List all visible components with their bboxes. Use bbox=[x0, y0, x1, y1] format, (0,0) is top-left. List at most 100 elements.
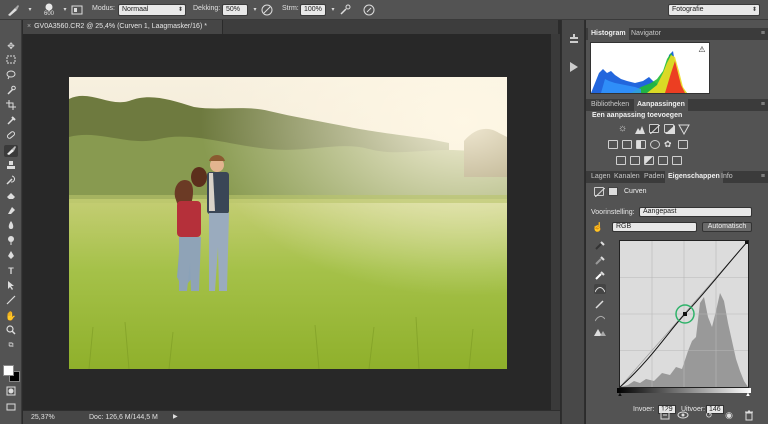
auto-button[interactable]: Automatisch bbox=[702, 222, 752, 232]
clip-to-layer-icon[interactable] bbox=[659, 409, 671, 421]
brush-panel-toggle-icon[interactable] bbox=[70, 3, 84, 17]
tab-navigator[interactable]: Navigator bbox=[628, 28, 664, 40]
vertical-scrollbar[interactable] bbox=[551, 34, 560, 410]
brightness-adjustment-icon[interactable]: ☼ bbox=[618, 123, 630, 135]
move-icon[interactable]: ✥ bbox=[4, 40, 18, 52]
tool-preset-chevron-icon[interactable]: ▾ bbox=[23, 3, 37, 17]
status-menu-arrow-icon[interactable]: ▶ bbox=[173, 411, 178, 424]
workspace-select[interactable]: Fotografie ⬍ bbox=[668, 4, 760, 16]
draw-curve-pencil-icon[interactable] bbox=[594, 299, 606, 309]
invert-adjustment-icon[interactable] bbox=[616, 156, 626, 165]
curves-graph[interactable] bbox=[619, 240, 749, 388]
opacity-field[interactable]: 50% bbox=[222, 4, 248, 16]
exposure-adjustment-icon[interactable] bbox=[664, 124, 675, 134]
color-lookup-adjustment-icon[interactable] bbox=[678, 140, 688, 149]
tab-histogram[interactable]: Histogram bbox=[588, 28, 629, 40]
pressure-opacity-icon[interactable] bbox=[260, 3, 274, 17]
edit-points-curve-icon[interactable] bbox=[594, 284, 606, 294]
clipping-warning-icon[interactable] bbox=[594, 327, 606, 337]
posterize-adjustment-icon[interactable] bbox=[630, 156, 640, 165]
default-colors-icon[interactable]: ⧉ bbox=[4, 340, 18, 352]
quick-mask-icon[interactable] bbox=[4, 386, 18, 398]
type-icon[interactable]: T bbox=[4, 265, 18, 277]
threshold-adjustment-icon[interactable] bbox=[644, 156, 654, 165]
levels-adjustment-icon[interactable] bbox=[634, 123, 646, 135]
histogram-display bbox=[590, 42, 710, 94]
black-point-eyedropper-icon[interactable] bbox=[594, 240, 606, 250]
brush-tool-icon[interactable] bbox=[6, 3, 20, 17]
actions-play-icon[interactable] bbox=[567, 60, 581, 74]
airbrush-icon[interactable] bbox=[338, 3, 352, 17]
mode-select[interactable]: Normaal ⬍ bbox=[118, 4, 186, 16]
smooth-curve-icon[interactable] bbox=[594, 313, 606, 323]
brush-icon[interactable] bbox=[4, 145, 18, 157]
hue-saturation-adjustment-icon[interactable] bbox=[608, 140, 618, 149]
photo-filter-adjustment-icon[interactable] bbox=[650, 140, 660, 149]
preset-select[interactable]: Aangepast bbox=[639, 207, 752, 217]
layer-mask-icon[interactable] bbox=[608, 187, 618, 196]
document-image[interactable] bbox=[69, 77, 507, 369]
document-tab[interactable]: × GV0A3560.CR2 @ 25,4% (Curven 1, Laagmas… bbox=[23, 20, 223, 34]
eraser-icon[interactable] bbox=[4, 190, 18, 202]
white-slider-icon[interactable]: ▲ bbox=[745, 392, 751, 398]
close-tab-icon[interactable]: × bbox=[27, 23, 31, 30]
quick-select-icon[interactable] bbox=[4, 85, 18, 97]
clone-stamp-icon[interactable] bbox=[4, 160, 18, 172]
history-panel-icon[interactable] bbox=[567, 34, 581, 48]
visibility-eye-icon[interactable]: ◉ bbox=[723, 409, 735, 421]
input-gradient-bar bbox=[617, 388, 751, 393]
flow-label: Strm: bbox=[282, 5, 299, 12]
channel-mixer-adjustment-icon[interactable]: ✿ bbox=[664, 139, 676, 151]
tab-info[interactable]: Info bbox=[718, 171, 736, 183]
curves-adjustment-icon[interactable] bbox=[649, 124, 661, 135]
reset-icon[interactable]: ↺ bbox=[703, 409, 715, 421]
tab-kanalen[interactable]: Kanalen bbox=[611, 171, 643, 183]
dodge-icon[interactable] bbox=[4, 235, 18, 247]
zoom-icon[interactable] bbox=[4, 325, 18, 337]
path-select-icon[interactable] bbox=[4, 280, 18, 292]
lasso-icon[interactable] bbox=[4, 70, 18, 82]
tab-aanpassingen[interactable]: Aanpassingen bbox=[634, 99, 688, 111]
tab-strip bbox=[223, 20, 558, 34]
gray-point-eyedropper-icon[interactable] bbox=[594, 255, 606, 265]
white-point-eyedropper-icon[interactable] bbox=[594, 270, 606, 280]
eyedropper-icon[interactable] bbox=[4, 115, 18, 127]
healing-icon[interactable] bbox=[4, 130, 18, 142]
foreground-color-swatch[interactable] bbox=[3, 365, 14, 376]
pen-icon[interactable] bbox=[4, 250, 18, 262]
on-image-adjust-icon[interactable]: ☝ bbox=[592, 222, 604, 234]
brush-size-value: 600 bbox=[43, 11, 54, 17]
zoom-level[interactable]: 25,37% bbox=[31, 411, 55, 424]
gradient-map-adjustment-icon[interactable] bbox=[672, 156, 682, 165]
brush-size-picker[interactable]: 600 bbox=[40, 2, 58, 18]
black-slider-icon[interactable]: ▲ bbox=[617, 392, 623, 398]
collapsed-panel-dock bbox=[561, 20, 585, 424]
panel-menu-icon[interactable]: ≡ bbox=[761, 99, 765, 111]
tab-bibliotheken[interactable]: Bibliotheken bbox=[588, 99, 632, 111]
hand-icon[interactable]: ✋ bbox=[4, 310, 18, 322]
tab-lagen[interactable]: Lagen bbox=[588, 171, 613, 183]
panel-menu-icon[interactable]: ≡ bbox=[761, 28, 765, 40]
vibrance-adjustment-icon[interactable] bbox=[678, 123, 690, 136]
view-previous-state-icon[interactable] bbox=[677, 409, 689, 421]
flow-field[interactable]: 100% bbox=[300, 4, 326, 16]
channel-select[interactable]: RGB bbox=[612, 222, 697, 232]
gradient-icon[interactable] bbox=[4, 205, 18, 217]
panel-menu-icon[interactable]: ≡ bbox=[761, 171, 765, 183]
screen-mode-icon[interactable] bbox=[4, 402, 18, 414]
crop-icon[interactable] bbox=[4, 100, 18, 112]
selective-color-adjustment-icon[interactable] bbox=[658, 156, 668, 165]
warning-icon[interactable]: ⚠ bbox=[697, 45, 707, 55]
history-brush-icon[interactable] bbox=[4, 175, 18, 187]
chevron-down-icon: ⬍ bbox=[177, 7, 183, 13]
tab-eigenschappen[interactable]: Eigenschappen bbox=[665, 171, 723, 183]
preset-label: Voorinstelling: bbox=[591, 209, 635, 216]
tab-paden[interactable]: Paden bbox=[641, 171, 667, 183]
color-balance-adjustment-icon[interactable] bbox=[622, 140, 632, 149]
pressure-size-icon[interactable] bbox=[362, 3, 376, 17]
marquee-icon[interactable] bbox=[4, 55, 18, 67]
black-white-adjustment-icon[interactable] bbox=[636, 140, 646, 149]
blur-icon[interactable] bbox=[4, 220, 18, 232]
line-icon[interactable] bbox=[4, 295, 18, 307]
trash-icon[interactable] bbox=[743, 409, 755, 421]
